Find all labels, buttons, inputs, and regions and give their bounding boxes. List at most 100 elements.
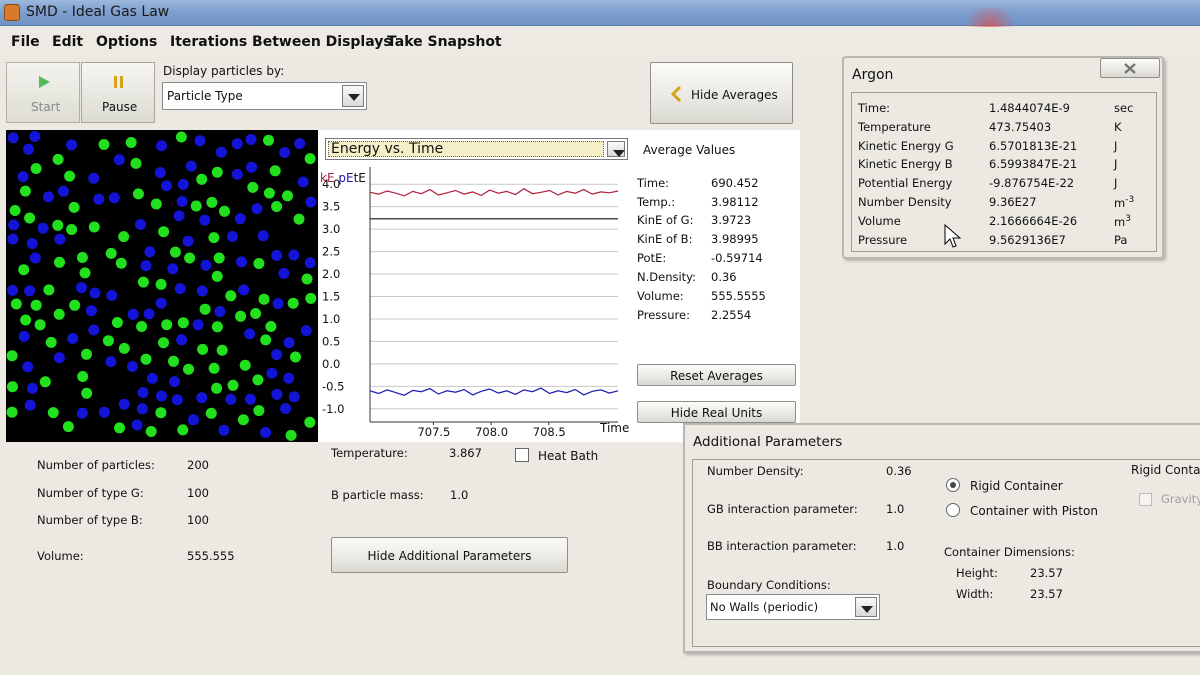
menu-iterations-between-displays[interactable]: Iterations Between Displays: [170, 34, 392, 50]
start-label: Start: [31, 100, 61, 114]
particle-type-g: [115, 257, 127, 269]
particle-type-g: [290, 351, 301, 363]
menu-file[interactable]: File: [11, 34, 40, 50]
piston-container-radio[interactable]: [946, 503, 960, 517]
particle-type-b: [288, 391, 300, 403]
particle-type-b: [177, 178, 189, 190]
particle-type-g: [68, 201, 80, 213]
particle-type-g: [161, 319, 173, 331]
particle-type-b: [18, 330, 30, 342]
hide-additional-parameters-button[interactable]: Hide Additional Parameters: [331, 537, 568, 573]
argon-unit-text: m: [1114, 195, 1126, 210]
chevron-down-icon[interactable]: [607, 141, 625, 157]
argon-row-label: Volume: [858, 213, 901, 228]
particle-type-b: [76, 407, 88, 419]
gravity-label: Gravity: [1161, 492, 1200, 506]
particle-type-b: [171, 394, 183, 406]
particle-type-b: [140, 260, 152, 272]
particle-type-g: [211, 166, 223, 178]
argon-unit-text: m: [1114, 214, 1126, 229]
close-button[interactable]: [1100, 58, 1160, 78]
particle-type-b: [161, 180, 172, 192]
menu-bar: File Edit Options Iterations Between Dis…: [0, 27, 1200, 57]
gravity-checkbox[interactable]: [1139, 493, 1152, 506]
particle-type-b: [196, 392, 208, 404]
particle-type-g: [52, 219, 64, 231]
argon-row-label: Number Density: [858, 195, 952, 209]
average-row-label: KinE of B:: [637, 232, 693, 246]
heat-bath-checkbox[interactable]: [515, 448, 529, 462]
reset-averages-label: Reset Averages: [670, 369, 763, 383]
chevron-down-icon[interactable]: [342, 85, 364, 107]
particle-type-b: [271, 388, 283, 400]
argon-row-unit: K: [1114, 120, 1122, 134]
bb-interaction-label: BB interaction parameter:: [707, 539, 857, 553]
energy-time-chart: 4.0 3.5 3.0 2.5 2.0 1.5 1.0 0.5 0.0 -0.5 -1.0 707.5…: [322, 167, 629, 439]
particle-type-g: [54, 256, 65, 268]
particle-type-b: [260, 427, 272, 438]
particle-simulation-canvas[interactable]: [6, 130, 318, 442]
particle-type-b: [57, 185, 69, 197]
particle-type-b: [185, 160, 197, 172]
argon-row-label: Kinetic Energy G: [858, 138, 954, 153]
average-row-label: N.Density:: [637, 270, 697, 284]
particle-type-b: [22, 361, 34, 373]
menu-edit[interactable]: Edit: [52, 34, 83, 50]
hide-real-units-button[interactable]: Hide Real Units: [637, 401, 796, 423]
particle-type-g: [237, 414, 249, 426]
menu-take-snapshot[interactable]: Take Snapshot: [387, 34, 502, 50]
chevron-left-icon: [670, 85, 682, 103]
particle-type-b: [156, 140, 167, 152]
particle-type-b: [85, 305, 97, 317]
argon-row-value: 6.5701813E-21: [989, 138, 1078, 153]
particle-type-g: [158, 337, 169, 349]
particle-type-b: [283, 372, 295, 384]
display-by-select[interactable]: Particle Type: [162, 82, 367, 110]
average-row-value: 3.9723: [711, 213, 752, 227]
gb-interaction-value[interactable]: 1.0: [886, 502, 904, 516]
particle-type-b: [194, 135, 206, 147]
particle-type-b: [294, 138, 306, 150]
b-mass-value[interactable]: 1.0: [450, 488, 468, 502]
start-button[interactable]: Start: [6, 62, 80, 123]
plot-type-select[interactable]: Energy vs. Time: [325, 138, 628, 160]
particle-type-g: [305, 292, 317, 304]
height-value[interactable]: 23.57: [1030, 566, 1063, 580]
reset-averages-button[interactable]: Reset Averages: [637, 364, 796, 386]
chevron-down-icon[interactable]: [855, 597, 877, 617]
particle-type-g: [88, 221, 100, 233]
hide-averages-button[interactable]: Hide Averages: [650, 62, 793, 124]
hide-averages-label: Hide Averages: [691, 88, 778, 102]
argon-row-value: 9.5629136E7: [989, 232, 1066, 247]
particle-type-b: [7, 132, 19, 144]
particle-type-b: [54, 233, 66, 245]
particle-type-b: [24, 399, 36, 411]
particle-type-b: [225, 393, 237, 405]
particle-type-g: [168, 355, 179, 367]
stat-row-value: 200: [187, 458, 209, 472]
width-value[interactable]: 23.57: [1030, 587, 1063, 601]
argon-row-label: Pressure: [858, 232, 908, 247]
argon-unit-text: J: [1114, 157, 1118, 172]
particle-type-b: [66, 139, 77, 151]
bb-interaction-value[interactable]: 1.0: [886, 539, 904, 553]
pause-button[interactable]: Pause: [81, 62, 155, 123]
particle-type-g: [258, 293, 270, 305]
menu-options[interactable]: Options: [96, 34, 157, 50]
particle-type-g: [263, 187, 275, 199]
argon-unit-text: J: [1114, 138, 1118, 153]
number-density-value[interactable]: 0.36: [886, 464, 912, 478]
average-row-label: Pressure:: [637, 308, 690, 322]
particle-type-b: [156, 390, 167, 402]
boundary-conditions-select[interactable]: No Walls (periodic): [706, 594, 880, 620]
stat-row-label: Number of type G:: [37, 486, 144, 500]
particle-type-g: [105, 247, 117, 259]
particle-type-g: [235, 310, 247, 322]
particle-type-g: [285, 429, 297, 441]
temperature-value[interactable]: 3.867: [449, 446, 482, 460]
rigid-container-radio[interactable]: [946, 478, 960, 492]
stat-row-label: Volume:: [37, 549, 84, 563]
argon-row-value: 6.5993847E-21: [989, 157, 1078, 172]
particle-type-g: [155, 278, 167, 290]
stat-row-value: 555.555: [187, 549, 235, 563]
